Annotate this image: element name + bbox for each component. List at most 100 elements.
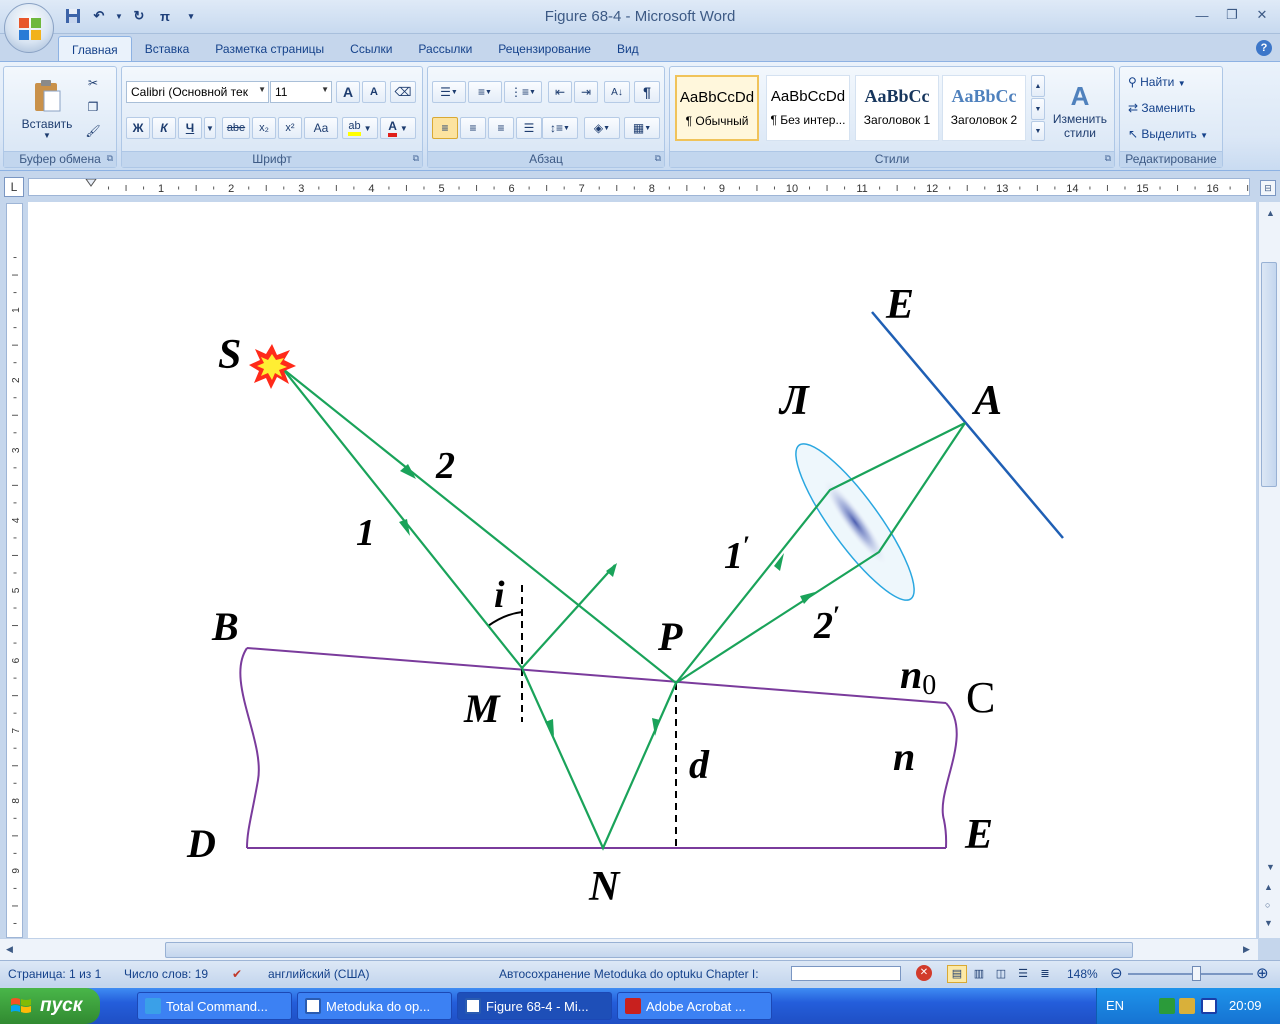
scroll-down-icon[interactable]: ▼ — [1266, 862, 1275, 872]
superscript-button[interactable]: x² — [278, 117, 302, 139]
multilevel-list-icon[interactable]: ⋮≡ ▼ — [504, 81, 542, 103]
paragraph-launcher-icon[interactable]: ⧉ — [655, 153, 661, 164]
close-icon[interactable]: ✕ — [1248, 4, 1276, 26]
font-color-icon[interactable]: A ▼ — [380, 117, 416, 139]
change-case-button[interactable]: Aa — [304, 117, 338, 139]
bold-button[interactable]: Ж — [126, 117, 150, 139]
zoom-slider[interactable] — [1128, 973, 1253, 975]
font-launcher-icon[interactable]: ⧉ — [413, 153, 419, 164]
tab-selector-button[interactable]: L — [4, 177, 24, 197]
task-adobe-acrobat[interactable]: Adobe Acrobat ... — [617, 992, 772, 1020]
tab-insert[interactable]: Вставка — [132, 36, 203, 62]
vertical-scrollbar[interactable]: ▲ ▼ ▲ ○ ▼ — [1258, 202, 1280, 938]
tab-mailings[interactable]: Рассылки — [405, 36, 485, 62]
styles-scroll-up-icon[interactable]: ▲ — [1031, 75, 1045, 97]
task-total-commander[interactable]: Total Command... — [137, 992, 292, 1020]
tab-view[interactable]: Вид — [604, 36, 652, 62]
style-no-spacing[interactable]: AaBbCcDd ¶ Без интер... — [766, 75, 850, 141]
cut-icon[interactable]: ✂ — [82, 73, 104, 93]
status-page[interactable]: Страница: 1 из 1 — [8, 967, 101, 981]
line-spacing-icon[interactable]: ↕≡ ▼ — [542, 117, 578, 139]
clock[interactable]: 20:09 — [1229, 998, 1262, 1013]
format-painter-icon[interactable]: 🖌 — [82, 121, 104, 141]
restore-icon[interactable]: ❐ — [1218, 4, 1246, 26]
web-layout-icon[interactable]: ◫ — [991, 965, 1011, 983]
tray-media-icon[interactable] — [1201, 998, 1217, 1014]
task-word-figure[interactable]: Figure 68-4 - Mi... — [457, 992, 612, 1020]
zoom-level[interactable]: 148% — [1067, 967, 1098, 981]
style-heading-2[interactable]: AaBbCc Заголовок 2 — [942, 75, 1026, 141]
justify-icon[interactable]: ☰ — [516, 117, 542, 139]
print-layout-view-icon[interactable]: ▤ — [947, 965, 967, 983]
shrink-font-button[interactable]: A — [362, 81, 386, 103]
tray-network-icon[interactable] — [1179, 998, 1195, 1014]
increase-indent-icon[interactable]: ⇥ — [574, 81, 598, 103]
decrease-indent-icon[interactable]: ⇤ — [548, 81, 572, 103]
find-button[interactable]: ⚲ Найти ▼ — [1128, 75, 1186, 89]
font-name-combo[interactable]: Calibri (Основной тек ▼ — [126, 81, 269, 103]
align-center-icon[interactable]: ≡ — [460, 117, 486, 139]
change-styles-button[interactable]: A Изменить стили — [1048, 71, 1112, 149]
horizontal-ruler[interactable]: 1 2 3 4 5 6 7 8 9 10 11 12 13 14 15 16 — [28, 178, 1250, 196]
replace-button[interactable]: ⇄ Заменить — [1128, 101, 1195, 115]
vertical-scroll-thumb[interactable] — [1261, 262, 1277, 487]
style-heading-1[interactable]: AaBbCc Заголовок 1 — [855, 75, 939, 141]
previous-page-icon[interactable]: ▲ — [1264, 882, 1273, 892]
align-right-icon[interactable]: ≡ — [488, 117, 514, 139]
proofing-icon[interactable]: ✔ — [232, 967, 242, 981]
status-language[interactable]: английский (США) — [268, 967, 369, 981]
scroll-right-icon[interactable]: ▶ — [1243, 944, 1250, 955]
document-page[interactable]: S 1 2 i B M P n0 C n d D N E 1′ 2′ Л A E — [28, 202, 1256, 938]
highlight-icon[interactable]: ab ▼ — [342, 117, 378, 139]
vertical-ruler[interactable]: 1 2 3 4 5 6 7 8 9 — [6, 203, 23, 938]
tab-references[interactable]: Ссылки — [337, 36, 405, 62]
dialog-launcher-icon[interactable]: ⧉ — [107, 153, 113, 164]
view-ruler-icon[interactable]: ⊟ — [1260, 180, 1276, 196]
underline-dropdown-icon[interactable]: ▼ — [204, 117, 216, 139]
font-size-combo[interactable]: 11 ▼ — [270, 81, 332, 103]
select-button[interactable]: ↖ Выделить ▼ — [1128, 127, 1208, 141]
sort-icon[interactable]: A↓ — [604, 81, 630, 103]
styles-more-icon[interactable]: ▼ — [1031, 121, 1045, 141]
copy-icon[interactable]: ❐ — [82, 97, 104, 117]
tab-review[interactable]: Рецензирование — [485, 36, 604, 62]
zoom-slider-thumb[interactable] — [1192, 966, 1201, 981]
horizontal-scrollbar[interactable]: ◀ ▶ — [0, 938, 1258, 960]
strikethrough-button[interactable]: abe — [222, 117, 250, 139]
clear-formatting-icon[interactable]: ⌫ — [390, 81, 416, 103]
tab-home[interactable]: Главная — [58, 36, 132, 62]
tray-app-icon[interactable] — [1159, 998, 1175, 1014]
bullets-icon[interactable]: ☰ ▼ — [432, 81, 466, 103]
styles-scroll-down-icon[interactable]: ▼ — [1031, 98, 1045, 120]
scroll-left-icon[interactable]: ◀ — [6, 944, 13, 955]
start-button[interactable]: пуск — [0, 988, 100, 1024]
first-line-indent-marker[interactable] — [85, 178, 97, 187]
underline-button[interactable]: Ч — [178, 117, 202, 139]
language-indicator[interactable]: EN — [1106, 998, 1124, 1013]
horizontal-scroll-thumb[interactable] — [165, 942, 1133, 958]
style-normal[interactable]: AaBbCcDd ¶ Обычный — [675, 75, 759, 141]
zoom-out-icon[interactable]: ⊖ — [1110, 964, 1123, 982]
minimize-icon[interactable]: — — [1188, 4, 1216, 26]
browse-object-icon[interactable]: ○ — [1265, 900, 1270, 910]
styles-launcher-icon[interactable]: ⧉ — [1105, 153, 1111, 164]
grow-font-button[interactable]: A — [336, 81, 360, 103]
office-button[interactable] — [4, 3, 54, 53]
borders-icon[interactable]: ▦ ▼ — [624, 117, 660, 139]
full-screen-reading-icon[interactable]: ▥ — [969, 965, 989, 983]
zoom-in-icon[interactable]: ⊕ — [1256, 964, 1269, 982]
shading-icon[interactable]: ◈ ▼ — [584, 117, 620, 139]
italic-button[interactable]: К — [152, 117, 176, 139]
align-left-icon[interactable]: ≡ — [432, 117, 458, 139]
outline-view-icon[interactable]: ☰ — [1013, 965, 1033, 983]
draft-view-icon[interactable]: ≣ — [1035, 965, 1055, 983]
scroll-up-icon[interactable]: ▲ — [1266, 208, 1275, 218]
status-word-count[interactable]: Число слов: 19 — [124, 967, 208, 981]
cancel-autosave-icon[interactable]: ✕ — [916, 965, 932, 981]
help-icon[interactable]: ? — [1256, 40, 1272, 56]
subscript-button[interactable]: x₂ — [252, 117, 276, 139]
next-page-icon[interactable]: ▼ — [1264, 918, 1273, 928]
tab-page-layout[interactable]: Разметка страницы — [202, 36, 337, 62]
paste-button[interactable]: Вставить ▼ — [12, 71, 82, 147]
numbering-icon[interactable]: ≡ ▼ — [468, 81, 502, 103]
